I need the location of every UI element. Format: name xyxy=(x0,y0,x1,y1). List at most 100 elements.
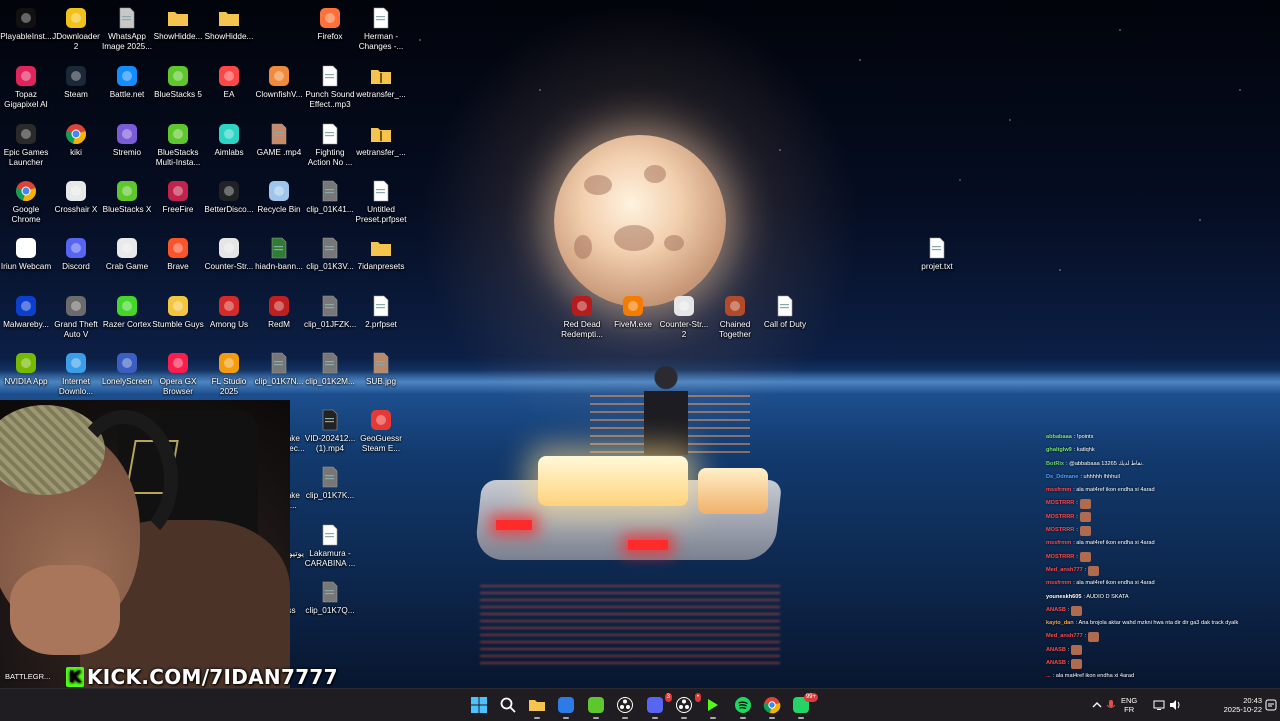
desktop-icon[interactable]: clip_01K3V... xyxy=(304,230,356,282)
desktop-icon[interactable]: wetransfer_... xyxy=(355,116,407,168)
desktop-icon[interactable]: BlueStacks X xyxy=(101,173,153,225)
ea-icon xyxy=(218,65,240,87)
desktop-icon-label: Stumble Guys xyxy=(152,320,204,329)
kick-button[interactable] xyxy=(702,694,724,719)
bluestacks-button[interactable] xyxy=(585,694,607,719)
desktop-icon[interactable]: Recycle Bin xyxy=(253,173,305,225)
desktop-icon[interactable]: 2.prfpset xyxy=(355,288,407,340)
chat-username: MOSTRRR xyxy=(1046,513,1075,520)
desktop-icon[interactable]: JDownloader 2 xyxy=(50,0,102,52)
desktop-icon[interactable]: Epic Games Launcher xyxy=(0,116,52,168)
desktop-icon[interactable]: LonelyScreen xyxy=(101,345,153,397)
network-icon[interactable] xyxy=(1152,698,1166,712)
chevron-up-icon[interactable] xyxy=(1090,698,1104,712)
desktop-icon[interactable]: GAME .mp4 xyxy=(253,116,305,168)
desktop-icon[interactable]: Call of Duty xyxy=(759,288,811,340)
desktop-icon[interactable]: projet.txt xyxy=(911,230,963,282)
desktop-icon[interactable]: Herman - Changes -... xyxy=(355,0,407,52)
desktop-icon[interactable]: Counter-Str... 2 xyxy=(658,288,710,340)
desktop-icon[interactable]: Crab Game xyxy=(101,230,153,282)
chained-together-icon xyxy=(724,295,746,317)
chat-text: : @abbabaaa 13265 نقاط لديك. xyxy=(1066,460,1144,467)
spotify-button[interactable] xyxy=(732,694,754,719)
crosshair-icon xyxy=(65,180,87,202)
desktop-icon[interactable]: Among Us xyxy=(203,288,255,340)
start-button[interactable] xyxy=(468,694,490,716)
desktop-icon[interactable]: wetransfer_... xyxy=(355,58,407,110)
desktop-icon[interactable]: Counter-Str... xyxy=(203,230,255,282)
desktop-icon[interactable]: Opera GX Browser xyxy=(152,345,204,397)
desktop-icon-label: SUB.jpg xyxy=(365,377,397,386)
desktop-icon[interactable]: Battle.net xyxy=(101,58,153,110)
desktop-icon[interactable]: WhatsApp Image 2025... xyxy=(101,0,153,52)
clock[interactable]: 20:43 2025-10-22 xyxy=(1218,696,1262,714)
desktop-icon[interactable]: Crosshair X xyxy=(50,173,102,225)
desktop-icon[interactable]: SUB.jpg xyxy=(355,345,407,397)
emote-icon xyxy=(1071,658,1083,669)
microphone-icon[interactable] xyxy=(1104,698,1118,712)
desktop-icon[interactable]: Untitled Preset.prfpset xyxy=(355,173,407,225)
language-indicator[interactable]: ENG FR xyxy=(1121,696,1137,714)
obs-button[interactable] xyxy=(614,694,636,719)
desktop-icon[interactable]: kiki xyxy=(50,116,102,168)
desktop-icon[interactable]: FL Studio 2025 xyxy=(203,345,255,397)
desktop-icon[interactable]: Brave xyxy=(152,230,204,282)
desktop-icon[interactable]: Fighting Action No ... xyxy=(304,116,356,168)
desktop-icon[interactable]: hiadn-bann... xyxy=(253,230,305,282)
desktop-icon[interactable]: PlayableInst... xyxy=(0,0,52,52)
file-explorer-button[interactable] xyxy=(526,694,548,719)
obs2-button[interactable]: • xyxy=(673,693,701,719)
desktop-icon[interactable]: Discord xyxy=(50,230,102,282)
whatsapp-button[interactable]: 99+ xyxy=(790,693,818,719)
desktop-icon[interactable]: Red Dead Redempti... xyxy=(556,288,608,340)
desktop-icon[interactable]: Aimlabs xyxy=(203,116,255,168)
running-indicator xyxy=(593,717,599,719)
video-file-icon xyxy=(319,237,341,259)
desktop-icon[interactable]: ClownfishV... xyxy=(253,58,305,110)
desktop-icon-label: hiadn-bann... xyxy=(255,262,303,271)
desktop-icon[interactable]: FreeFire xyxy=(152,173,204,225)
desktop-icon-label: clip_01K2M... xyxy=(305,377,355,386)
discord-button[interactable]: 3 xyxy=(644,693,672,719)
desktop-icon[interactable]: RedM xyxy=(253,288,305,340)
desktop-icon[interactable]: Lakamura - CARABINA ... xyxy=(304,517,356,569)
desktop-icon[interactable]: Internet Downlo... xyxy=(50,345,102,397)
desktop-icon[interactable]: Topaz Gigapixel AI xyxy=(0,58,52,110)
desktop-icon[interactable]: Google Chrome xyxy=(0,173,52,225)
desktop-icon[interactable]: Razer Cortex xyxy=(101,288,153,340)
desktop-icon-label: LonelyScreen xyxy=(101,377,153,386)
search-button[interactable] xyxy=(497,694,519,716)
desktop-icon[interactable]: BlueStacks Multi-Insta... xyxy=(152,116,204,168)
desktop-icon[interactable]: BetterDisco... xyxy=(203,173,255,225)
desktop-icon[interactable]: clip_01K7N... xyxy=(253,345,305,397)
desktop-icon[interactable]: clip_01JFZK... xyxy=(304,288,356,340)
desktop-icon[interactable]: ShowHidde... xyxy=(203,0,255,52)
store-button[interactable] xyxy=(555,694,577,719)
desktop-icon[interactable]: Stremio xyxy=(101,116,153,168)
desktop-icon[interactable]: clip_01K7Q... xyxy=(304,574,356,626)
desktop-icon[interactable]: Punch Sound Effect..mp3 xyxy=(304,58,356,110)
desktop-icon[interactable]: Stumble Guys xyxy=(152,288,204,340)
desktop-icon[interactable]: 7idanpresets xyxy=(355,230,407,282)
desktop-icon[interactable]: ShowHidde... xyxy=(152,0,204,52)
desktop-icon[interactable]: GeoGuessr Steam E... xyxy=(355,402,407,454)
desktop-icon[interactable]: clip_01K7K... xyxy=(304,459,356,511)
desktop-icon[interactable]: NVIDIA App xyxy=(0,345,52,397)
notification-icon[interactable] xyxy=(1264,698,1278,712)
desktop-icon[interactable]: Malwareby... xyxy=(0,288,52,340)
desktop-icon[interactable]: EA xyxy=(203,58,255,110)
chat-username: mssfrmm xyxy=(1046,487,1072,494)
recycle-bin-icon xyxy=(268,180,290,202)
desktop-icon[interactable]: Iriun Webcam xyxy=(0,230,52,282)
desktop-icon[interactable]: FiveM.exe xyxy=(607,288,659,340)
desktop-icon[interactable]: Steam xyxy=(50,58,102,110)
desktop-icon[interactable]: clip_01K2M... xyxy=(304,345,356,397)
desktop-icon[interactable]: Chained Together xyxy=(709,288,761,340)
desktop-icon[interactable]: VID-202412... (1).mp4 xyxy=(304,402,356,454)
desktop-icon[interactable]: Grand Theft Auto V xyxy=(50,288,102,340)
desktop-icon[interactable]: BlueStacks 5 xyxy=(152,58,204,110)
desktop-icon[interactable]: Firefox xyxy=(304,0,356,52)
chrome-button[interactable] xyxy=(761,694,783,719)
desktop-icon[interactable]: clip_01K41... xyxy=(304,173,356,225)
volume-icon[interactable] xyxy=(1168,698,1182,712)
